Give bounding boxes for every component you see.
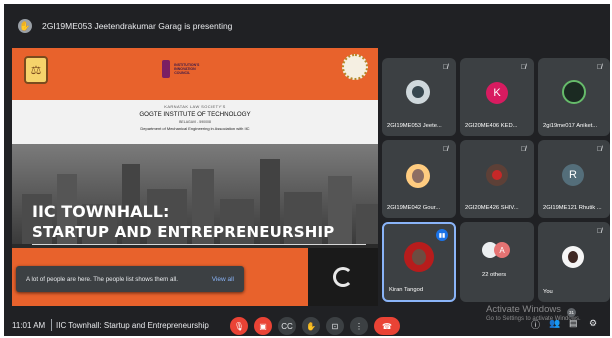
slide-institute-info: KARNATAK LAW SOCIETY'S GOGTE INSTITUTE O… bbox=[12, 100, 378, 144]
slide-header: ⚖ INSTITUTION'S INNOVATION COUNCIL bbox=[12, 48, 378, 100]
participant-tile-speaking[interactable]: ▮▮ Kiran Tangod bbox=[382, 222, 456, 302]
view-all-button[interactable]: View all bbox=[212, 276, 234, 283]
meet-window: ✋ 2GI19ME053 Jeetendrakumar Garag is pre… bbox=[4, 4, 610, 336]
self-tile[interactable]: 🎙̸ You bbox=[538, 222, 610, 302]
raise-hand-button[interactable]: ✋ bbox=[302, 317, 320, 335]
participant-photo bbox=[404, 242, 434, 272]
participant-tile[interactable]: 🎙̸ K 2GI20ME406 KED... bbox=[460, 58, 534, 136]
participant-name: 2GI19ME053 Jeete... bbox=[387, 123, 442, 129]
mic-off-icon: 🎙̸ bbox=[520, 146, 526, 153]
participant-tile[interactable]: 🎙̸ 2gi19me017 Aniket... bbox=[538, 58, 610, 136]
participant-tile[interactable]: 🎙̸ 2GI20ME426 SHIV... bbox=[460, 140, 534, 218]
mic-off-icon: 🎙̸ bbox=[596, 64, 602, 71]
institute-name: GOGTE INSTITUTE OF TECHNOLOGY bbox=[139, 111, 251, 118]
presenting-banner: ✋ 2GI19ME053 Jeetendrakumar Garag is pre… bbox=[10, 12, 606, 40]
kls-logo: ⚖ bbox=[24, 56, 48, 84]
clock: 11:01 AM bbox=[12, 321, 46, 330]
leave-call-button[interactable]: ☎ bbox=[374, 317, 400, 335]
participant-photo bbox=[406, 80, 430, 104]
participant-name: Kiran Tangod bbox=[389, 287, 424, 293]
mic-off-icon: 🎙̸ bbox=[596, 146, 602, 153]
info-icon[interactable]: ⓘ bbox=[531, 318, 540, 331]
slide-title-line2: STARTUP AND ENTREPRENEURSHIP bbox=[32, 223, 335, 241]
toast-message: A lot of people are here. The people lis… bbox=[26, 275, 178, 283]
slide-title: IIC TOWNHALL: STARTUP AND ENTREPRENEURSH… bbox=[32, 202, 335, 242]
slide-divider bbox=[32, 244, 366, 245]
presenting-text: 2GI19ME053 Jeetendrakumar Garag is prese… bbox=[42, 21, 233, 31]
department-line: Department of Mechanical Engineering in … bbox=[140, 126, 250, 131]
iic-logo: INSTITUTION'S INNOVATION COUNCIL bbox=[162, 58, 212, 80]
others-tile[interactable]: A 22 others bbox=[460, 222, 534, 302]
more-options-button[interactable]: ⋮ bbox=[350, 317, 368, 335]
footer-logo bbox=[308, 248, 378, 306]
chat-icon[interactable]: ▤ bbox=[569, 318, 578, 329]
participant-photo bbox=[562, 246, 584, 268]
institute-city: BELAGAVI - 590008 bbox=[179, 120, 211, 124]
mic-off-icon: 🎙̸ bbox=[596, 228, 602, 235]
present-button[interactable]: ⊡ bbox=[326, 317, 344, 335]
participant-avatar: K bbox=[486, 82, 508, 104]
group-avatar-letter: A bbox=[494, 242, 510, 258]
participant-tile[interactable]: 🎙̸ R 2GI19ME121 Rhutik ... bbox=[538, 140, 610, 218]
participant-photo bbox=[562, 80, 586, 104]
speaking-indicator-icon: ▮▮ bbox=[436, 229, 448, 241]
participant-name: 2gi19me017 Aniket... bbox=[543, 123, 598, 129]
mic-off-icon: 🎙̸ bbox=[520, 64, 526, 71]
participant-tile[interactable]: 🎙̸ 2GI19ME053 Jeete... bbox=[382, 58, 456, 136]
participant-name: You bbox=[543, 289, 553, 295]
mic-off-icon: 🎙̸ bbox=[442, 64, 448, 71]
people-toast: A lot of people are here. The people lis… bbox=[16, 266, 244, 292]
git-seal-logo bbox=[342, 54, 368, 80]
participant-name: 2GI20ME426 SHIV... bbox=[465, 205, 519, 211]
activities-icon[interactable]: ⚙ bbox=[589, 318, 597, 329]
hand-raise-icon: ✋ bbox=[18, 19, 32, 33]
participant-name: 2GI19ME121 Rhutik ... bbox=[543, 205, 602, 211]
meeting-title: IIC Townhall: Startup and Entrepreneursh… bbox=[56, 321, 209, 330]
institute-society: KARNATAK LAW SOCIETY'S bbox=[164, 104, 226, 109]
camera-toggle-button[interactable]: ▣ bbox=[254, 317, 272, 335]
participant-avatar: R bbox=[562, 164, 584, 186]
participant-tile[interactable]: 🎙̸ 2GI19ME042 Gour... bbox=[382, 140, 456, 218]
people-icon[interactable]: 👥 bbox=[549, 318, 560, 329]
others-count: 22 others bbox=[482, 272, 507, 278]
participant-photo bbox=[486, 164, 508, 186]
captions-button[interactable]: CC bbox=[278, 317, 296, 335]
divider bbox=[51, 319, 52, 331]
bottom-control-bar: 11:01 AM IIC Townhall: Startup and Entre… bbox=[4, 316, 610, 336]
slide-title-line1: IIC TOWNHALL: bbox=[32, 202, 170, 221]
participant-photo bbox=[406, 164, 430, 188]
mic-off-icon: 🎙̸ bbox=[442, 146, 448, 153]
participant-name: 2GI19ME042 Gour... bbox=[387, 205, 441, 211]
mic-toggle-button[interactable]: 🎙 bbox=[230, 317, 248, 335]
participant-name: 2GI20ME406 KED... bbox=[465, 123, 518, 129]
